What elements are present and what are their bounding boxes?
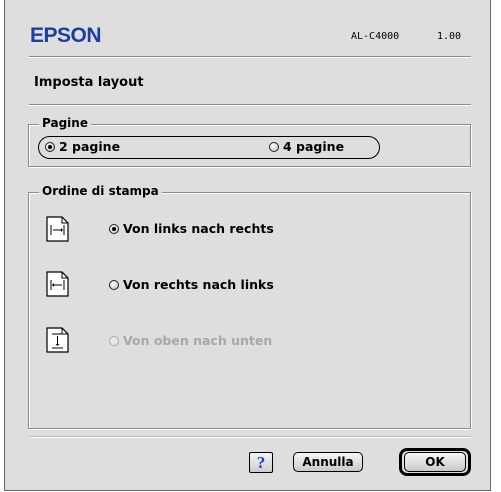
radio-top-to-bottom-label: Von oben nach unten — [123, 333, 273, 348]
header-divider — [29, 56, 471, 58]
ok-button[interactable]: OK — [404, 452, 466, 472]
page-title: Imposta layout — [34, 75, 144, 90]
pages-group-label: Pagine — [39, 116, 91, 130]
radio-4-pages[interactable]: 4 pagine — [269, 139, 344, 154]
help-button[interactable]: ? — [249, 452, 273, 473]
title-divider — [29, 104, 471, 106]
radio-right-to-left[interactable]: Von rechts nach links — [109, 277, 274, 292]
right-to-left-arrow-icon — [46, 271, 69, 297]
printer-model: AL-C4000 — [351, 31, 400, 42]
radio-right-to-left-label: Von rechts nach links — [123, 277, 274, 292]
radio-4-pages-label: 4 pagine — [283, 139, 345, 154]
radio-2-pages-label: 2 pagine — [59, 139, 121, 154]
top-to-bottom-arrow-icon — [46, 327, 69, 353]
radio-top-to-bottom: Von oben nach unten — [109, 333, 272, 348]
radio-4-pages-indicator[interactable] — [269, 141, 279, 152]
radio-top-to-bottom-indicator — [109, 335, 119, 346]
footer-divider — [29, 436, 471, 438]
radio-2-pages[interactable]: 2 pagine — [45, 139, 120, 154]
radio-2-pages-indicator[interactable] — [45, 141, 55, 152]
cancel-button[interactable]: Annulla — [293, 452, 363, 472]
radio-left-to-right[interactable]: Von links nach rechts — [109, 221, 274, 236]
driver-version: 1.00 — [437, 31, 462, 42]
layout-dialog: EPSON AL-C4000 1.00 Imposta layout Pagin… — [4, 0, 491, 491]
left-to-right-arrow-icon — [46, 216, 69, 242]
radio-left-to-right-indicator[interactable] — [109, 223, 119, 234]
epson-logo: EPSON — [30, 24, 102, 47]
help-icon: ? — [256, 453, 266, 472]
print-order-group-label: Ordine di stampa — [39, 184, 162, 198]
radio-left-to-right-label: Von links nach rechts — [123, 221, 274, 236]
radio-right-to-left-indicator[interactable] — [109, 279, 119, 290]
